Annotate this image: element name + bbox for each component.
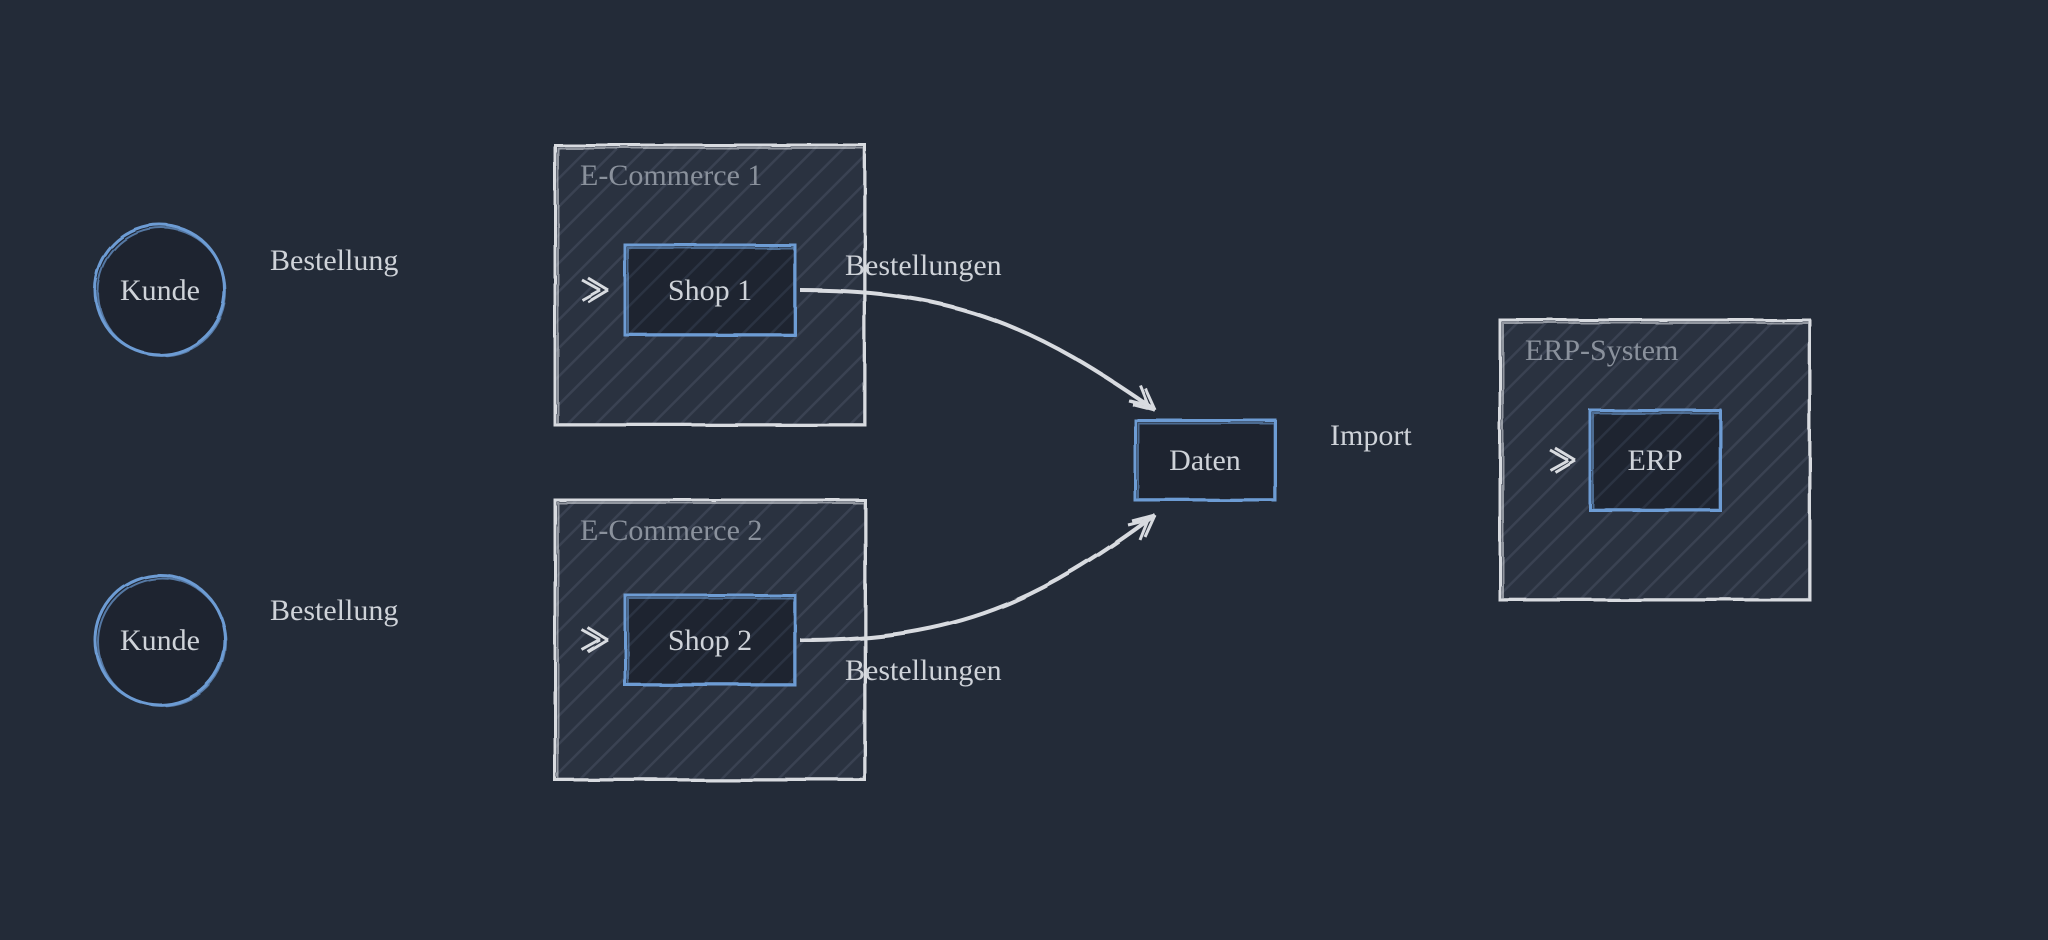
- edge-order1-label: Bestellung: [270, 244, 398, 277]
- edge-order1: Bestellung: [228, 244, 608, 302]
- node-erp: ERP: [1590, 410, 1720, 510]
- actor-customer1-label: Kunde: [120, 274, 200, 307]
- edge-order2: Bestellung: [228, 594, 608, 652]
- node-erp-label: ERP: [1627, 444, 1682, 477]
- node-daten-label: Daten: [1169, 444, 1241, 477]
- actor-customer1: Kunde: [95, 225, 226, 356]
- edge-orders1-label: Bestellungen: [845, 249, 1002, 282]
- edge-orders2-label: Bestellungen: [845, 654, 1002, 687]
- container-erp-system-label: ERP-System: [1525, 334, 1678, 367]
- actor-customer2: Kunde: [95, 575, 226, 706]
- node-shop2: Shop 2: [625, 595, 795, 685]
- container-ecommerce2-label: E-Commerce 2: [580, 514, 762, 547]
- node-shop2-label: Shop 2: [668, 624, 752, 657]
- edge-import-label: Import: [1330, 419, 1412, 452]
- edge-order2-label: Bestellung: [270, 594, 398, 627]
- node-shop1-label: Shop 1: [668, 274, 752, 307]
- diagram-canvas: E-Commerce 1 E-Commerce 2 ERP-System Kun…: [0, 0, 2048, 940]
- node-daten: Daten: [1135, 420, 1275, 500]
- node-shop1: Shop 1: [625, 245, 795, 335]
- container-ecommerce1-label: E-Commerce 1: [580, 159, 762, 192]
- actor-customer2-label: Kunde: [120, 624, 200, 657]
